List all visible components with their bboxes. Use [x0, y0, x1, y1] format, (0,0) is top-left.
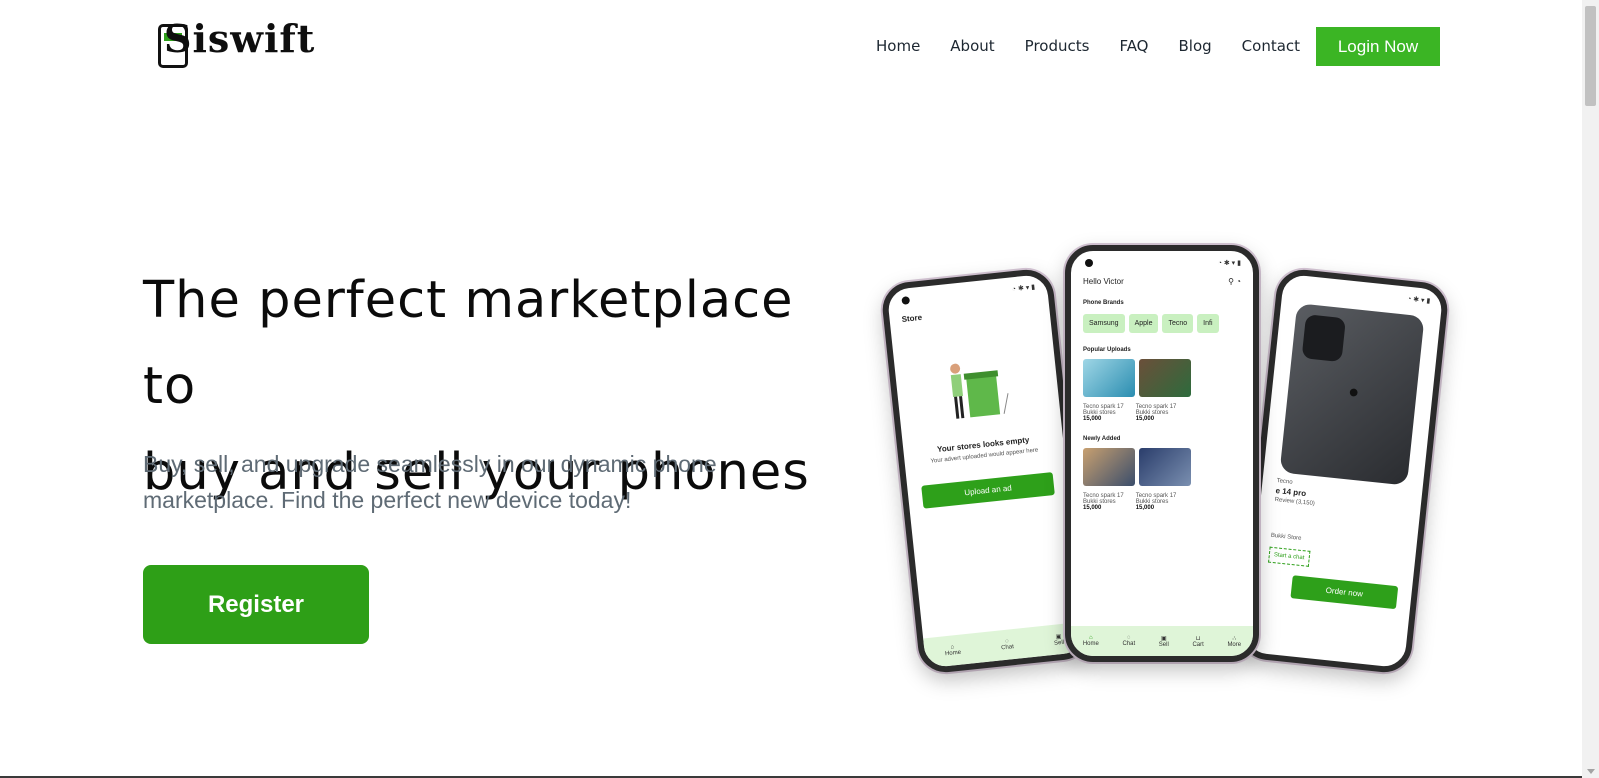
item-price: 15,000	[1135, 505, 1155, 511]
brand-chip-samsung: Samsung	[1083, 314, 1125, 333]
camera-module-icon	[1301, 314, 1346, 363]
greeting: Hello Victor	[1083, 277, 1124, 286]
status-bar: ◔ ✱ ▾ ▮	[1217, 260, 1241, 267]
tab-chat: ◌ Chat	[1000, 638, 1015, 652]
phone-mockups: ◔ ✱ ▾ ▮ Store Your stores looks empty Yo…	[879, 235, 1451, 675]
brand-name: Siswift	[164, 16, 316, 61]
nav-contact[interactable]: Contact	[1242, 34, 1300, 58]
product-image: ●	[1279, 303, 1425, 486]
tab-home: ⌂ Home	[944, 644, 962, 658]
order-now-button: Order now	[1290, 575, 1399, 610]
product-thumb	[1139, 448, 1192, 486]
phone-product-screen: ◔ ✱ ▾ ▮ ● Tecno e 14 pro Review (3,150) …	[1237, 267, 1451, 675]
newly-captions: Tecno spark 17 Bukki stores 15,000 Tecno s…	[1071, 491, 1253, 513]
nav-blog[interactable]: Blog	[1179, 34, 1212, 58]
nav-about[interactable]: About	[950, 34, 994, 58]
tab-more: ∴ More	[1227, 635, 1241, 648]
newly-added-title: Newly Added	[1083, 436, 1121, 442]
center-tab-bar: ⌂ Home ◌ Chat ▣ Sell ⊔ Cart ∴ More	[1071, 626, 1253, 656]
headline-line-1: The perfect marketplace to	[143, 271, 794, 416]
popular-captions: Tecno spark 17 Bukki stores 15,000 Tecno s…	[1071, 402, 1253, 424]
status-bar: ◔ ✱ ▾ ▮	[1406, 295, 1431, 306]
nav-faq[interactable]: FAQ	[1119, 34, 1148, 58]
brand-chip-infinix: Infi	[1197, 314, 1219, 333]
page-scrollbar[interactable]	[1582, 0, 1599, 778]
tab-sell: ▣ Sell	[1053, 632, 1065, 647]
scroll-down-arrow-icon[interactable]	[1587, 769, 1595, 774]
subtext-line-1: Buy, sell, and upgrade seamlessly in our…	[143, 451, 717, 477]
nav-products[interactable]: Products	[1025, 34, 1090, 58]
popular-list	[1071, 359, 1253, 402]
siswift-logo[interactable]: Siswift	[158, 16, 318, 72]
tab-cart: ⊔ Cart	[1192, 635, 1203, 648]
item-price: 15,000	[1083, 505, 1102, 511]
brand-chip-apple: Apple	[1128, 314, 1159, 333]
tab-home-label: Home	[1082, 641, 1099, 647]
tab-cart-label: Cart	[1192, 641, 1204, 648]
left-tab-bar: ⌂ Home ◌ Chat ▣ Sell	[923, 621, 1086, 669]
phone-home-screen: ◔ ✱ ▾ ▮ Hello Victor ⚲ ◔ Phone Brands Sa…	[1065, 245, 1259, 662]
tab-chat-label: Chat	[1122, 641, 1136, 647]
product-thumb	[1139, 359, 1192, 397]
item-price: 15,000	[1135, 416, 1155, 422]
tab-more-label: More	[1227, 641, 1242, 648]
newly-list	[1071, 448, 1253, 491]
item-price: 15,000	[1083, 416, 1102, 422]
nav-home[interactable]: Home	[876, 34, 920, 58]
tab-sell: ▣ Sell	[1159, 635, 1169, 648]
empty-store-illustration-icon	[933, 343, 1021, 431]
product-thumb	[1083, 359, 1135, 397]
brand-chips: Samsung Apple Tecno Infi	[1071, 312, 1253, 333]
hero-subtext: Buy, sell, and upgrade seamlessly in our…	[143, 446, 803, 518]
upload-ad-button: Upload an ad	[921, 472, 1055, 509]
tab-sell-label: Sell	[1053, 639, 1065, 647]
product-thumb	[1083, 448, 1135, 486]
subtext-line-2: marketplace. Find the perfect new device…	[143, 487, 632, 513]
brand-chip-tecno: Tecno	[1162, 314, 1194, 333]
main-nav: Home About Products FAQ Blog Contact	[876, 34, 1330, 58]
scroll-thumb[interactable]	[1585, 6, 1596, 106]
home-header: Hello Victor ⚲ ◔	[1071, 267, 1253, 286]
tab-sell-label: Sell	[1158, 641, 1169, 648]
search-bell-icons: ⚲ ◔	[1228, 277, 1241, 286]
brands-title: Phone Brands	[1083, 300, 1124, 306]
phone-store-screen: ◔ ✱ ▾ ▮ Store Your stores looks empty Yo…	[879, 267, 1093, 675]
login-now-button[interactable]: Login Now	[1316, 27, 1440, 66]
tab-chat: ◌ Chat	[1122, 635, 1135, 647]
apple-logo-icon: ●	[1347, 381, 1361, 403]
tab-home-label: Home	[944, 649, 962, 658]
tab-chat-label: Chat	[1000, 644, 1015, 652]
popular-title: Popular Uploads	[1083, 347, 1131, 353]
tab-home: ⌂ Home	[1083, 635, 1099, 647]
camera-icon	[1085, 259, 1093, 267]
register-button[interactable]: Register	[143, 565, 369, 644]
start-chat-button: Start a chat	[1268, 546, 1311, 567]
